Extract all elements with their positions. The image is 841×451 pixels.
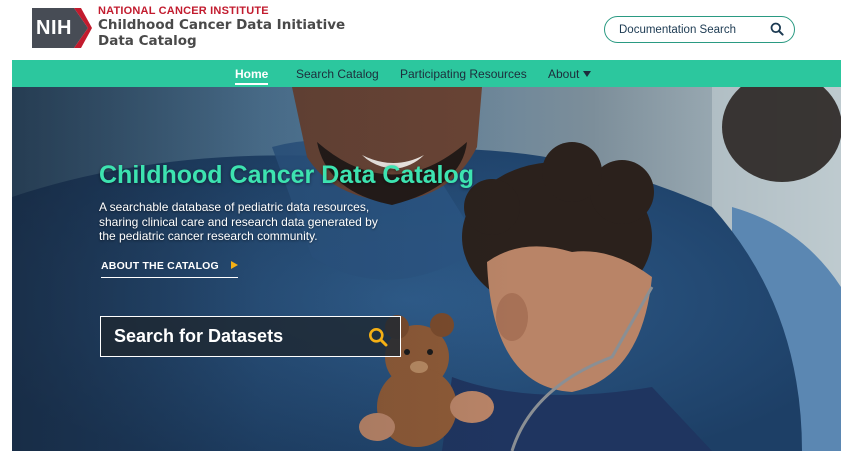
- site-logo[interactable]: NIH NATIONAL CANCER INSTITUTE Childhood …: [32, 5, 346, 49]
- documentation-search-input[interactable]: [619, 23, 769, 36]
- hero-banner: Childhood Cancer Data Catalog A searchab…: [12, 87, 841, 451]
- nav-item-about-label: About: [548, 67, 580, 81]
- nav-item-home[interactable]: Home: [235, 67, 269, 85]
- nih-logo-text: NIH: [36, 17, 72, 39]
- initiative-name: Childhood Cancer Data Initiative: [98, 17, 346, 33]
- dataset-search-box[interactable]: Search for Datasets: [100, 316, 401, 357]
- about-the-catalog-label: ABOUT THE CATALOG: [101, 260, 219, 272]
- about-the-catalog-link[interactable]: ABOUT THE CATALOG: [101, 260, 238, 278]
- logo-text-block: NATIONAL CANCER INSTITUTE Childhood Canc…: [98, 5, 346, 49]
- main-nav: Home Search Catalog Participating Resour…: [12, 60, 841, 87]
- search-icon[interactable]: [368, 327, 388, 352]
- arrow-right-icon: [230, 261, 238, 269]
- search-icon[interactable]: [770, 22, 784, 41]
- caret-down-icon: [583, 71, 592, 77]
- catalog-name: Data Catalog: [98, 32, 197, 49]
- institute-name: NATIONAL CANCER INSTITUTE: [98, 5, 269, 17]
- hero-title: Childhood Cancer Data Catalog: [99, 161, 475, 189]
- nih-logo-badge: NIH: [32, 8, 92, 48]
- hero-description: A searchable database of pediatric data …: [99, 200, 378, 243]
- nav-item-search-catalog[interactable]: Search Catalog: [296, 67, 379, 81]
- documentation-search-box: [604, 16, 795, 43]
- site-header: NIH NATIONAL CANCER INSTITUTE Childhood …: [0, 0, 841, 58]
- nav-item-about[interactable]: About: [548, 67, 592, 81]
- dataset-search-label: Search for Datasets: [114, 326, 284, 346]
- nav-item-participating-resources[interactable]: Participating Resources: [400, 67, 527, 81]
